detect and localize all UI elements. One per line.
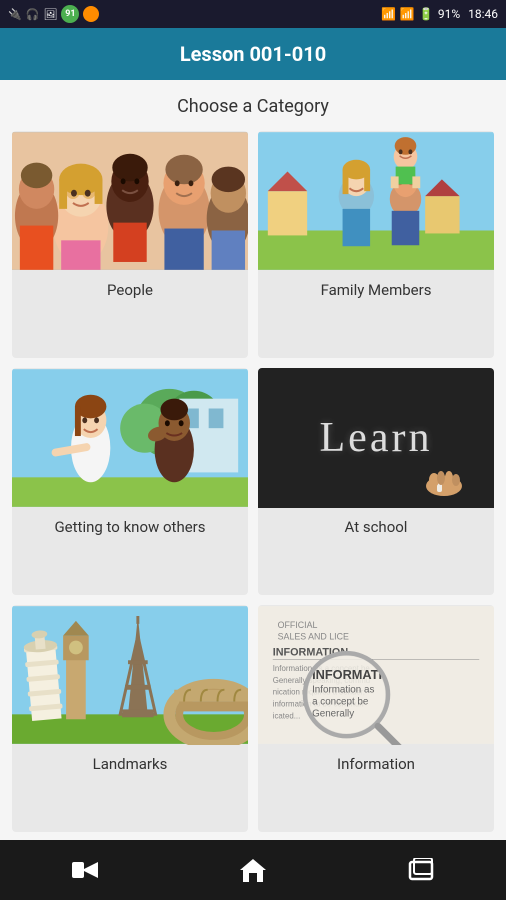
getting-image bbox=[12, 368, 248, 508]
badge-91-icon: 91 bbox=[61, 5, 79, 23]
category-information[interactable]: OFFICIAL SALES AND LICE INFORMATION Info… bbox=[258, 605, 494, 832]
people-image bbox=[12, 131, 248, 271]
category-getting-to-know[interactable]: Getting to know others bbox=[12, 368, 248, 595]
school-image: Learn bbox=[258, 368, 494, 508]
category-people[interactable]: People bbox=[12, 131, 248, 358]
bottom-nav bbox=[0, 840, 506, 900]
svg-text:a concept be: a concept be bbox=[312, 697, 369, 708]
information-label: Information bbox=[258, 745, 494, 783]
family-label: Family Members bbox=[258, 271, 494, 309]
getting-label: Getting to know others bbox=[12, 508, 248, 546]
landmarks-image bbox=[12, 605, 248, 745]
image-icon: 🖼 bbox=[43, 8, 57, 21]
header-title: Lesson 001-010 bbox=[180, 42, 326, 66]
status-right-icons: 📶 📶 🔋 91% 18:46 bbox=[381, 7, 498, 21]
category-landmarks[interactable]: Landmarks bbox=[12, 605, 248, 832]
back-button[interactable] bbox=[59, 850, 109, 890]
home-button[interactable] bbox=[228, 850, 278, 890]
battery-percent: 91% bbox=[438, 7, 460, 21]
usb-icon: 🔌 bbox=[8, 8, 22, 21]
school-label: At school bbox=[258, 508, 494, 546]
signal-icon: 📶 bbox=[400, 7, 415, 21]
status-bar: 🔌 🎧 🖼 91 📶 📶 🔋 91% 18:46 bbox=[0, 0, 506, 28]
family-image bbox=[258, 131, 494, 271]
status-left-icons: 🔌 🎧 🖼 91 bbox=[8, 5, 99, 23]
headphone-icon: 🎧 bbox=[26, 8, 40, 21]
category-grid: People bbox=[12, 131, 494, 832]
svg-text:Generally: Generally bbox=[312, 708, 354, 719]
information-image: OFFICIAL SALES AND LICE INFORMATION Info… bbox=[258, 605, 494, 745]
time-display: 18:46 bbox=[468, 7, 498, 21]
battery-icon: 🔋 bbox=[419, 7, 434, 21]
orange-circle-icon bbox=[83, 6, 99, 22]
svg-text:OFFICIAL: OFFICIAL bbox=[278, 620, 318, 630]
category-at-school[interactable]: Learn At school bbox=[258, 368, 494, 595]
people-label: People bbox=[12, 271, 248, 309]
svg-text:icated...: icated... bbox=[273, 711, 301, 720]
category-family-members[interactable]: Family Members bbox=[258, 131, 494, 358]
recent-button[interactable] bbox=[397, 850, 447, 890]
svg-text:SALES AND LICE: SALES AND LICE bbox=[278, 632, 349, 642]
header: Lesson 001-010 bbox=[0, 28, 506, 80]
svg-text:Information as: Information as bbox=[312, 685, 374, 696]
wifi-icon: 📶 bbox=[381, 7, 396, 21]
main-content: Choose a Category bbox=[0, 80, 506, 840]
landmarks-label: Landmarks bbox=[12, 745, 248, 783]
page-subtitle: Choose a Category bbox=[12, 96, 494, 117]
